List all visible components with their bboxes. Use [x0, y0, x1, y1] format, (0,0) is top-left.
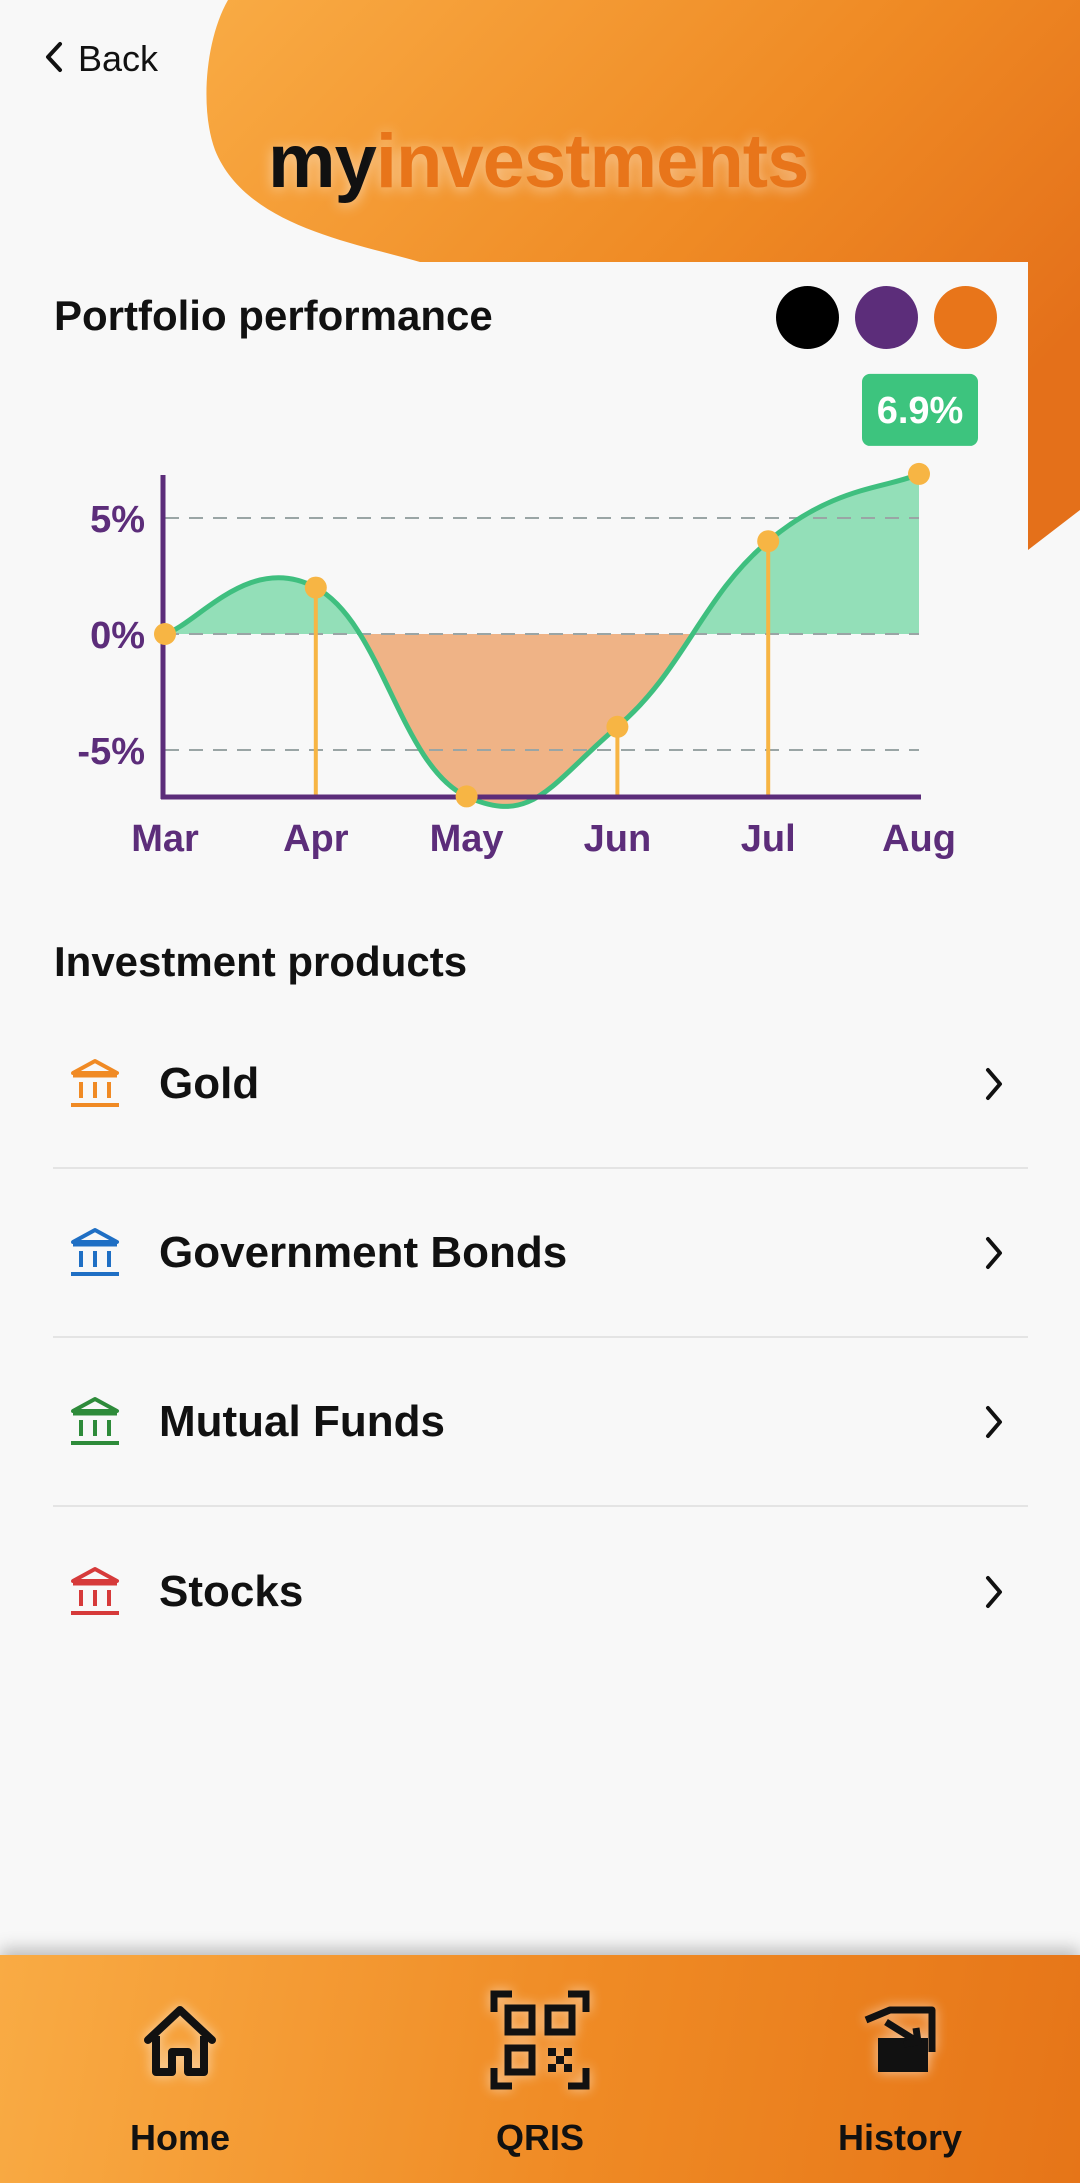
y-tick-label: 5%: [90, 499, 145, 541]
data-point: [455, 785, 478, 808]
home-icon: [140, 1985, 220, 2095]
bank-icon: [67, 1056, 123, 1112]
product-label: Stocks: [159, 1566, 304, 1616]
product-label: Mutual Funds: [159, 1396, 445, 1446]
chevron-right-icon: [974, 1572, 1014, 1612]
bank-icon: [67, 1394, 123, 1450]
portfolio-title: Portfolio performance: [54, 292, 493, 339]
back-label: Back: [78, 38, 159, 79]
brand-logo: myinvestments: [268, 118, 809, 205]
back-button[interactable]: Back: [44, 36, 158, 82]
bottom-nav: Home QRIS History: [0, 1955, 1080, 2183]
data-point: [304, 576, 327, 599]
chevron-left-icon: [44, 41, 64, 78]
x-tick-label: May: [430, 818, 504, 860]
nav-label: Home: [129, 2117, 231, 2158]
bank-icon: [67, 1564, 123, 1620]
y-tick-label: -5%: [77, 731, 145, 773]
bank-icon: [67, 1225, 123, 1281]
data-point: [908, 462, 930, 485]
product-row-mutual-funds[interactable]: Mutual Funds: [53, 1338, 1028, 1507]
product-list: Gold Government Bonds Mutual Funds Stock…: [53, 1000, 1028, 1676]
product-row-government-bonds[interactable]: Government Bonds: [53, 1169, 1028, 1338]
performance-chart: 5% 0% -5% Mar Apr May Jun Jul Aug 6.9%: [77, 373, 978, 860]
qr-code-icon: [490, 1985, 590, 2095]
nav-label: History: [837, 2117, 963, 2158]
nav-home[interactable]: Home: [60, 1955, 300, 2183]
swatch-purple[interactable]: [855, 286, 918, 349]
y-tick-label: 0%: [90, 615, 145, 657]
chevron-right-icon: [974, 1233, 1014, 1273]
swatch-orange[interactable]: [934, 286, 997, 349]
product-row-stocks[interactable]: Stocks: [53, 1507, 1028, 1676]
data-point: [606, 715, 629, 738]
callout-label: 6.9%: [877, 390, 964, 432]
color-swatches: [776, 286, 997, 349]
product-label: Gold: [159, 1058, 260, 1108]
x-tick-label: Jun: [584, 818, 652, 860]
data-point: [757, 530, 780, 553]
x-tick-label: Aug: [882, 818, 956, 860]
x-tick-label: Apr: [283, 818, 349, 860]
x-tick-label: Mar: [131, 818, 199, 860]
nav-history[interactable]: History: [780, 1955, 1020, 2183]
chevron-right-icon: [974, 1064, 1014, 1104]
brand-investments: investments: [375, 119, 809, 204]
swatch-black[interactable]: [776, 286, 839, 349]
history-icon: [860, 1985, 940, 2095]
nav-label: QRIS: [495, 2117, 584, 2158]
product-row-gold[interactable]: Gold: [53, 1000, 1028, 1169]
nav-qris[interactable]: QRIS: [420, 1955, 660, 2183]
chevron-right-icon: [974, 1402, 1014, 1442]
products-title: Investment products: [54, 938, 468, 985]
x-tick-label: Jul: [741, 818, 796, 860]
product-label: Government Bonds: [159, 1227, 568, 1277]
data-point: [154, 623, 176, 645]
brand-my: my: [268, 119, 377, 204]
